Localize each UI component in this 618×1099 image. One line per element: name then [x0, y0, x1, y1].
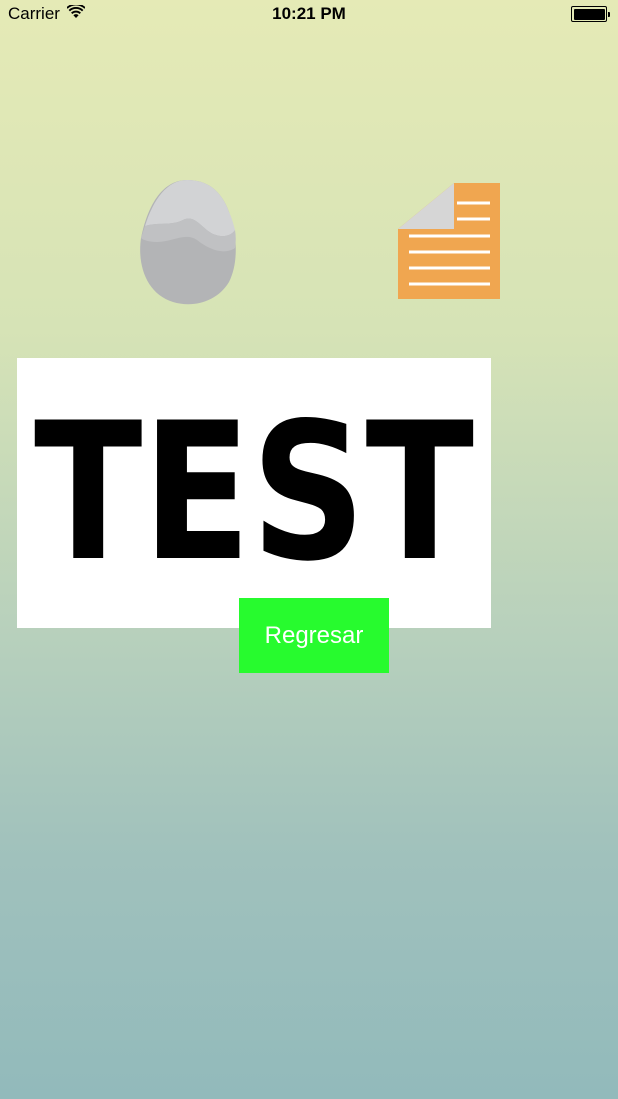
battery-icon: [571, 6, 610, 22]
paper-document-icon[interactable]: [397, 181, 502, 301]
back-button[interactable]: Regresar: [239, 598, 389, 673]
test-image-text: TEST: [34, 382, 474, 603]
status-time: 10:21 PM: [272, 4, 346, 23]
rock-icon[interactable]: [137, 178, 238, 306]
status-bar: Carrier 10:21 PM: [0, 0, 618, 28]
test-image: TEST: [17, 358, 491, 628]
